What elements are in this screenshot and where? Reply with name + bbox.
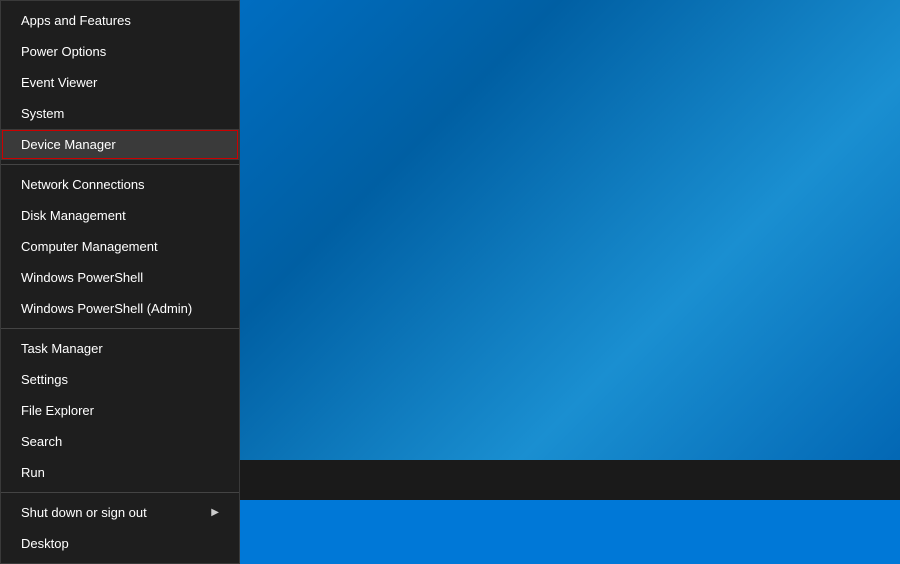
- context-menu: Apps and Features Power Options Event Vi…: [0, 0, 240, 564]
- menu-item-settings[interactable]: Settings: [1, 364, 239, 395]
- separator-2: [1, 328, 239, 329]
- menu-item-task-manager[interactable]: Task Manager: [1, 333, 239, 364]
- menu-item-search[interactable]: Search: [1, 426, 239, 457]
- desktop: Apps and Features Power Options Event Vi…: [0, 0, 900, 500]
- menu-item-file-explorer[interactable]: File Explorer: [1, 395, 239, 426]
- menu-item-windows-powershell-admin[interactable]: Windows PowerShell (Admin): [1, 293, 239, 324]
- menu-item-system[interactable]: System: [1, 98, 239, 129]
- menu-item-network-connections[interactable]: Network Connections: [1, 169, 239, 200]
- menu-item-power-options[interactable]: Power Options: [1, 36, 239, 67]
- menu-item-shut-down[interactable]: Shut down or sign out ▶: [1, 497, 239, 528]
- submenu-arrow-icon: ▶: [211, 507, 219, 518]
- separator-3: [1, 492, 239, 493]
- separator-1: [1, 164, 239, 165]
- menu-item-computer-management[interactable]: Computer Management: [1, 231, 239, 262]
- menu-item-windows-powershell[interactable]: Windows PowerShell: [1, 262, 239, 293]
- menu-item-device-manager[interactable]: Device Manager: [1, 129, 239, 160]
- menu-item-apps-features[interactable]: Apps and Features: [1, 5, 239, 36]
- menu-item-event-viewer[interactable]: Event Viewer: [1, 67, 239, 98]
- menu-item-run[interactable]: Run: [1, 457, 239, 488]
- menu-item-desktop[interactable]: Desktop: [1, 528, 239, 559]
- menu-item-disk-management[interactable]: Disk Management: [1, 200, 239, 231]
